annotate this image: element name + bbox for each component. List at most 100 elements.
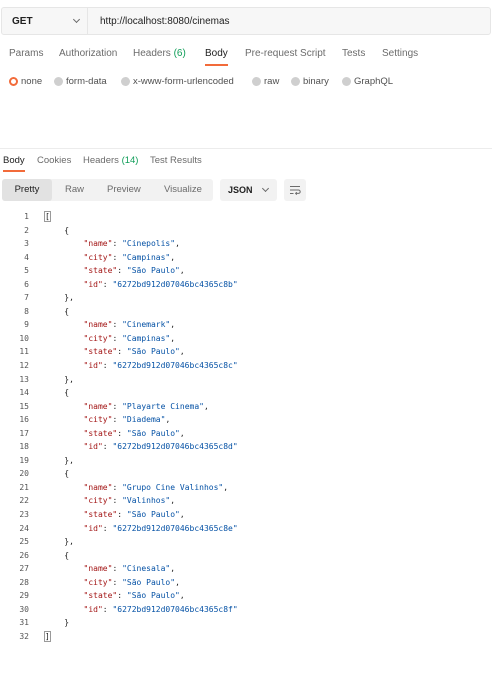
radio-x-www-form-urlencoded[interactable]: x-www-form-urlencoded — [121, 76, 234, 87]
code-line: 21 "name": "Grupo Cine Valinhos", — [0, 481, 492, 495]
view-visualize-button[interactable]: Visualize — [164, 179, 202, 201]
method-dropdown[interactable]: GET — [2, 8, 88, 34]
url-input[interactable]: http://localhost:8080/cinemas — [88, 16, 230, 27]
code-line: 32] — [0, 630, 492, 644]
line-number: 30 — [19, 604, 29, 614]
radio-label: raw — [264, 76, 280, 87]
json-key: "name" — [83, 320, 113, 330]
radio-binary[interactable]: binary — [291, 76, 329, 87]
code-text: "name": "Cinemark", — [83, 320, 176, 330]
json-value-id: "6272bd912d07046bc4365c8d" — [112, 442, 238, 452]
json-value-name: "Cinesala" — [122, 564, 171, 574]
json-key: "state" — [83, 510, 118, 520]
tab-label: Tests — [342, 48, 366, 59]
code-text: }, — [45, 537, 74, 547]
json-value-state: "São Paulo" — [126, 266, 180, 276]
radio-icon — [121, 77, 130, 86]
wrap-lines-icon — [290, 186, 301, 195]
tab-authorization[interactable]: Authorization — [59, 48, 117, 59]
code-text: "name": "Cinepolis", — [83, 239, 180, 249]
line-number: 32 — [19, 631, 29, 641]
view-mode-group: Pretty Raw Preview Visualize — [2, 179, 213, 201]
line-number: 2 — [24, 225, 29, 235]
code-line: 29 "state": "São Paulo", — [0, 589, 492, 603]
line-number: 15 — [19, 401, 29, 411]
code-text: { — [45, 225, 70, 235]
line-number: 29 — [19, 591, 29, 601]
chevron-down-icon — [72, 15, 81, 24]
line-number: 11 — [19, 347, 29, 357]
code-line: 27 "name": "Cinesala", — [0, 562, 492, 576]
view-preview-button[interactable]: Preview — [107, 179, 141, 201]
radio-icon — [291, 77, 300, 86]
code-line: 22 "city": "Valinhos", — [0, 494, 492, 508]
json-key: "city" — [83, 415, 113, 425]
json-value-id: "6272bd912d07046bc4365c8b" — [112, 279, 238, 289]
tab-pre-request-script[interactable]: Pre-request Script — [245, 48, 326, 59]
code-line: 23 "state": "São Paulo", — [0, 508, 492, 522]
chevron-down-icon — [261, 184, 270, 193]
radio-graphql[interactable]: GraphQL — [342, 76, 393, 87]
format-dropdown[interactable]: JSON — [220, 179, 277, 201]
radio-none[interactable]: none — [9, 76, 42, 87]
json-key: "city" — [83, 577, 113, 587]
radio-form-data[interactable]: form-data — [54, 76, 107, 87]
code-text: "id": "6272bd912d07046bc4365c8c" — [83, 361, 238, 371]
code-line: 17 "state": "São Paulo", — [0, 427, 492, 441]
line-number: 27 — [19, 564, 29, 574]
radio-icon — [252, 77, 261, 86]
radio-label: form-data — [66, 76, 107, 87]
radio-label: binary — [303, 76, 329, 87]
json-value-state: "São Paulo" — [126, 591, 180, 601]
code-line: 7 }, — [0, 291, 492, 305]
tab-params[interactable]: Params — [9, 48, 43, 59]
code-line: 13 }, — [0, 373, 492, 387]
code-line: 25 }, — [0, 535, 492, 549]
json-key: "id" — [83, 523, 103, 533]
view-pretty-button[interactable]: Pretty — [2, 179, 52, 201]
code-line: 8 { — [0, 305, 492, 319]
code-line: 15 "name": "Playarte Cinema", — [0, 400, 492, 414]
code-text: "city": "Diadema", — [83, 415, 171, 425]
line-number: 19 — [19, 455, 29, 465]
line-number: 23 — [19, 510, 29, 520]
code-text: } — [45, 618, 70, 628]
json-key: "city" — [83, 333, 113, 343]
json-key: "id" — [83, 604, 103, 614]
tab-body[interactable]: Body — [205, 48, 228, 66]
tab-label: Body — [3, 155, 25, 166]
line-number: 25 — [19, 537, 29, 547]
json-key: "state" — [83, 347, 118, 357]
tab-headers[interactable]: Headers (6) — [133, 48, 186, 59]
response-tab-test-results[interactable]: Test Results — [150, 155, 202, 166]
tab-label: Pre-request Script — [245, 48, 326, 59]
bracket: [ — [44, 211, 51, 222]
json-key: "id" — [83, 279, 103, 289]
tab-label: Headers — [133, 48, 171, 59]
json-key: "state" — [83, 266, 118, 276]
response-tab-cookies[interactable]: Cookies — [37, 155, 71, 166]
tab-settings[interactable]: Settings — [382, 48, 418, 59]
response-tab-body[interactable]: Body — [3, 155, 25, 172]
code-line: 11 "state": "São Paulo", — [0, 345, 492, 359]
code-text: "city": "Valinhos", — [83, 496, 176, 506]
bracket: ] — [44, 630, 51, 642]
view-raw-button[interactable]: Raw — [65, 179, 84, 201]
code-text: "name": "Playarte Cinema", — [83, 401, 209, 411]
radio-icon — [342, 77, 351, 86]
headers-count: (6) — [173, 48, 186, 59]
tab-tests[interactable]: Tests — [342, 48, 365, 59]
line-number: 5 — [24, 266, 29, 276]
json-value-state: "São Paulo" — [126, 347, 180, 357]
json-key: "name" — [83, 401, 113, 411]
radio-raw[interactable]: raw — [252, 76, 279, 87]
code-line: 9 "name": "Cinemark", — [0, 318, 492, 332]
response-tab-headers[interactable]: Headers (14) — [83, 155, 138, 166]
code-text: ] — [44, 630, 51, 644]
wrap-lines-button[interactable] — [284, 179, 306, 201]
json-value-city: "São Paulo" — [122, 577, 176, 587]
code-text: "state": "São Paulo", — [83, 428, 185, 438]
radio-label: none — [21, 76, 43, 87]
response-body-viewer[interactable]: 1[2 {3 "name": "Cinepolis", 4 "city": "Ca… — [0, 210, 492, 644]
code-text: }, — [45, 455, 74, 465]
